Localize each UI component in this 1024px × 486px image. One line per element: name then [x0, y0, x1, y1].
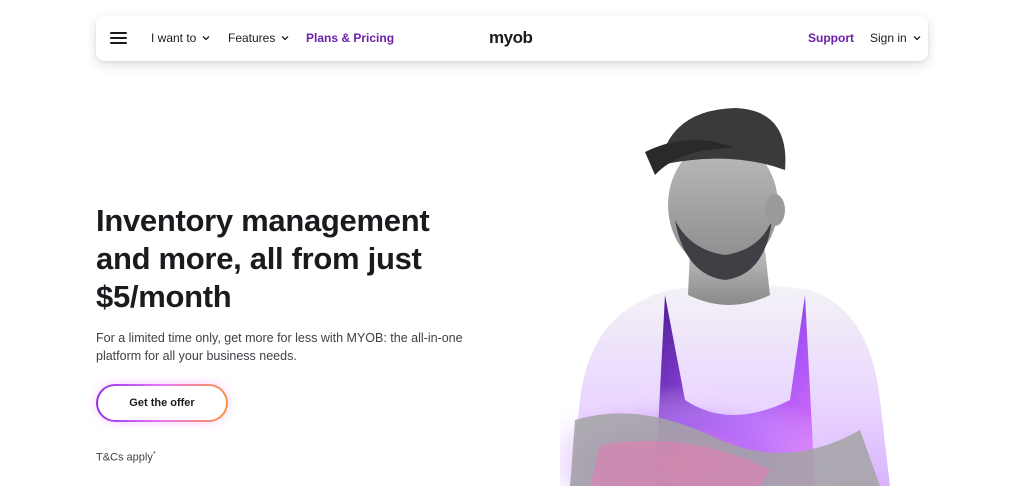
nav-features-label: Features	[228, 31, 276, 45]
terms-asterisk: *	[152, 451, 156, 458]
nav-plans-pricing-label: Plans & Pricing	[306, 31, 395, 45]
nav-support[interactable]: Support	[808, 31, 854, 45]
hero-person-photo	[560, 108, 900, 486]
nav-i-want-to-label: I want to	[151, 31, 197, 45]
nav-i-want-to[interactable]: I want to	[151, 31, 211, 45]
nav-plans-pricing[interactable]: Plans & Pricing	[306, 31, 394, 45]
chevron-down-icon	[202, 36, 210, 41]
nav-features[interactable]: Features	[228, 31, 290, 45]
hamburger-menu-icon[interactable]	[110, 30, 128, 46]
myob-logo[interactable]: myob	[489, 28, 533, 48]
chevron-down-icon	[281, 36, 289, 41]
nav-sign-in-label: Sign in	[870, 31, 907, 45]
nav-sign-in[interactable]: Sign in	[870, 31, 922, 45]
nav-support-label: Support	[808, 31, 854, 45]
terms-label: T&Cs apply	[96, 451, 153, 464]
hero-title: Inventory management and more, all from …	[96, 203, 430, 314]
hero-description: For a limited time only, get more for le…	[96, 331, 463, 363]
terms-link[interactable]: T&Cs apply*	[96, 451, 156, 464]
top-nav-bar: I want to Features Plans & Pricing myob …	[96, 16, 928, 61]
chevron-down-icon	[913, 36, 921, 41]
get-offer-button[interactable]: Get the offer	[96, 384, 228, 422]
